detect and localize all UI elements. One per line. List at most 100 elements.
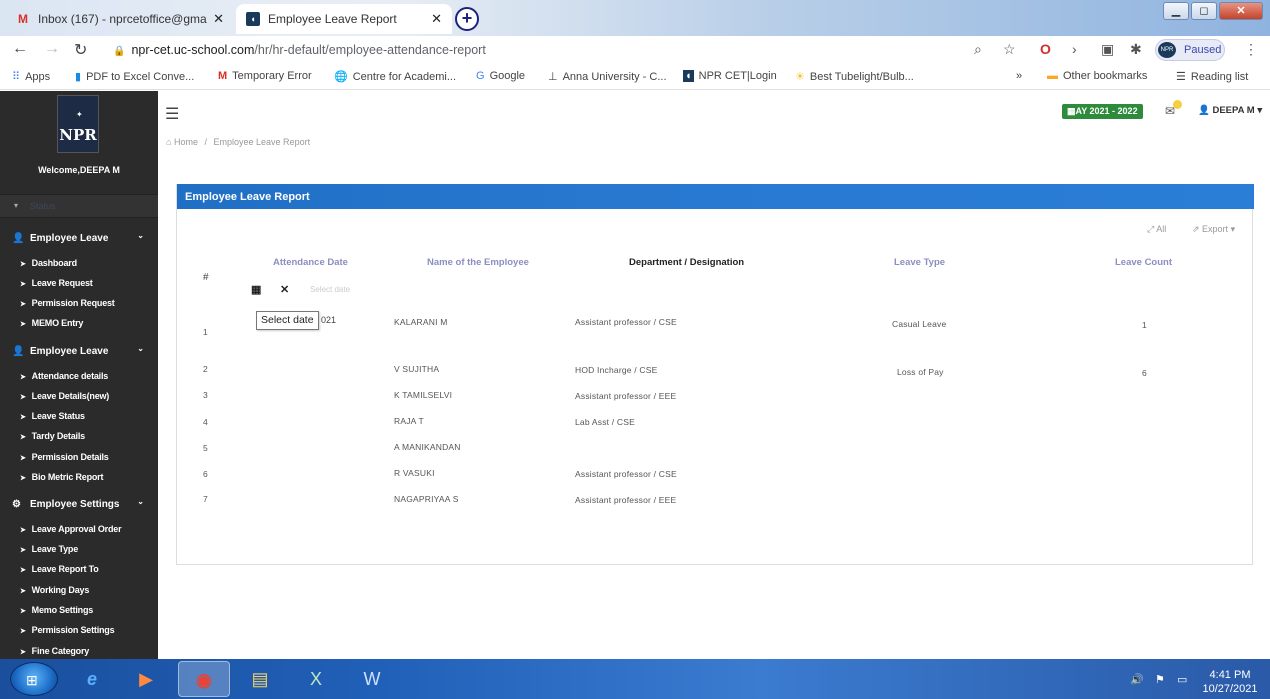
item-label: Leave Status: [31, 411, 85, 421]
opera-extension-icon[interactable]: O: [1040, 41, 1051, 57]
sidebar-item-memo-settings[interactable]: ➤ Memo Settings: [20, 605, 93, 615]
sidebar-item-permission-settings[interactable]: ➤ Permission Settings: [20, 625, 115, 635]
status-label: Status: [30, 201, 56, 211]
sidebar-item-tardy-details[interactable]: ➤ Tardy Details: [20, 431, 85, 441]
media-player-icon[interactable]: ▶: [120, 661, 172, 697]
user-icon: 👤: [1198, 105, 1213, 116]
arrow-icon: ➤: [20, 475, 26, 482]
sidebar-section-employee-leave[interactable]: 👤 Employee Leave ⌄: [0, 227, 158, 249]
department: Assistant professor / EEE: [575, 495, 677, 505]
excel-taskbar-icon[interactable]: X: [290, 661, 342, 697]
system-clock[interactable]: 4:41 PM 10/27/2021: [1200, 668, 1260, 696]
forward-arrow-icon[interactable]: →: [44, 40, 60, 58]
anna-university-icon: ⊥: [548, 71, 558, 83]
sidebar-item-permission-request[interactable]: ➤ Permission Request: [20, 298, 115, 308]
extension-puzzle-icon[interactable]: ▣: [1101, 41, 1114, 58]
notification-button[interactable]: ✉: [1165, 100, 1182, 118]
bookmark-star-icon[interactable]: ☆: [1003, 41, 1016, 58]
home-icon: ⌂: [166, 137, 172, 147]
extension-icon[interactable]: ›: [1072, 41, 1077, 57]
other-bookmarks-folder[interactable]: ▬ Other bookmarks: [1047, 70, 1147, 82]
maximize-button[interactable]: ◻: [1191, 2, 1217, 20]
action-center-flag-icon[interactable]: ⚑: [1155, 673, 1165, 686]
browser-menu-icon[interactable]: ⋮: [1244, 41, 1258, 58]
gear-icon: ⚙: [12, 498, 21, 510]
sidebar-item-leave-request[interactable]: ➤ Leave Request: [20, 278, 93, 288]
chevron-down-icon: ⌄: [137, 497, 144, 506]
sidebar-item-permission-details[interactable]: ➤ Permission Details: [20, 452, 109, 462]
bookmark-anna-university[interactable]: ⊥ Anna University - C...: [548, 70, 667, 84]
show-all-button[interactable]: ⤢ All: [1147, 224, 1166, 235]
user-menu[interactable]: 👤 DEEPA M ▾: [1198, 105, 1262, 116]
sidebar-item-attendance-details[interactable]: ➤ Attendance details: [20, 371, 108, 381]
bookmark-npr-cet-login[interactable]: ◖ NPR CET|Login: [683, 70, 777, 82]
sidebar-item-leave-details-new[interactable]: ➤ Leave Details(new): [20, 391, 109, 401]
clear-filter-icon[interactable]: ✕: [280, 283, 289, 296]
tab-employee-leave-report[interactable]: ◖ Employee Leave Report ✕: [236, 4, 452, 34]
tab-inbox[interactable]: M Inbox (167) - nprcetoffice@gma ✕: [6, 4, 234, 34]
column-header-department[interactable]: Department / Designation: [629, 257, 744, 268]
minimize-button[interactable]: ▁: [1163, 2, 1189, 20]
bookmark-apps[interactable]: ⠿ Apps: [12, 70, 50, 84]
academic-year-badge[interactable]: ▦AY 2021 - 2022: [1062, 104, 1143, 119]
start-button[interactable]: ⊞: [10, 662, 58, 696]
reload-icon[interactable]: ↻: [74, 40, 87, 60]
volume-icon[interactable]: 🔊: [1130, 673, 1144, 686]
bookmark-label: Anna University - C...: [562, 70, 667, 83]
address-bar: ← → ↻ 🔒 npr-cet.uc-school.com/hr/hr-defau…: [0, 36, 1270, 64]
item-label: Memo Settings: [31, 605, 94, 615]
bookmark-google[interactable]: G Google: [476, 70, 525, 82]
sidebar-item-working-days[interactable]: ➤ Working Days: [20, 585, 89, 595]
column-header-employee-name[interactable]: Name of the Employee: [427, 257, 529, 268]
folder-icon: ▬: [1047, 70, 1058, 82]
file-explorer-icon[interactable]: ▤: [234, 661, 286, 697]
sidebar-item-leave-status[interactable]: ➤ Leave Status: [20, 411, 85, 421]
all-label: All: [1156, 224, 1167, 234]
column-header-index: #: [203, 272, 209, 283]
calendar-filter-icon[interactable]: ▦: [251, 283, 261, 296]
sidebar-item-dashboard[interactable]: ➤ Dashboard: [20, 258, 77, 268]
row-index: 6: [203, 469, 208, 479]
bookmark-temporary-error[interactable]: M Temporary Error: [218, 70, 312, 82]
sidebar-item-bio-metric-report[interactable]: ➤ Bio Metric Report: [20, 472, 103, 482]
sidebar-item-fine-category[interactable]: ➤ Fine Category: [20, 646, 89, 656]
back-arrow-icon[interactable]: ←: [12, 40, 28, 58]
network-icon[interactable]: ▭: [1177, 673, 1187, 686]
item-label: Leave Report To: [31, 564, 99, 574]
extensions-icon[interactable]: ✱: [1130, 41, 1142, 58]
sidebar-item-memo-entry[interactable]: ➤ MEMO Entry: [20, 318, 83, 328]
close-tab-icon[interactable]: ✕: [213, 11, 224, 27]
export-label: Export: [1202, 224, 1229, 234]
search-icon[interactable]: ⌕: [974, 41, 982, 58]
status-toggle[interactable]: ▾ Status: [0, 194, 158, 218]
reading-list-button[interactable]: ☰ Reading list: [1176, 70, 1248, 84]
sidebar-section-employee-leave-2[interactable]: 👤 Employee Leave ⌄: [0, 340, 158, 362]
date-filter-input[interactable]: Select date: [310, 285, 350, 294]
sidebar-item-leave-type[interactable]: ➤ Leave Type: [20, 544, 78, 554]
export-button[interactable]: ⇗ Export ▾: [1192, 224, 1235, 235]
close-window-button[interactable]: ✕: [1219, 2, 1263, 20]
sidebar-item-leave-approval-order[interactable]: ➤ Leave Approval Order: [20, 524, 122, 534]
bookmark-best-tubelight[interactable]: ☀ Best Tubelight/Bulb...: [795, 70, 914, 84]
sidebar-item-leave-report-to[interactable]: ➤ Leave Report To: [20, 564, 99, 574]
column-header-leave-type[interactable]: Leave Type: [894, 257, 945, 268]
column-header-leave-count[interactable]: Leave Count: [1115, 257, 1172, 268]
profile-button[interactable]: NPR Paused: [1155, 39, 1225, 61]
word-taskbar-icon[interactable]: W: [346, 661, 398, 697]
employee-name: A MANIKANDAN: [394, 442, 461, 452]
bookmark-pdf-to-excel[interactable]: ▮ PDF to Excel Conve...: [75, 70, 194, 84]
date-tooltip: Select date: [256, 311, 319, 330]
tab-title: Employee Leave Report: [268, 12, 397, 26]
hamburger-menu-icon[interactable]: ☰: [165, 104, 179, 124]
close-tab-icon[interactable]: ✕: [431, 11, 442, 27]
column-header-attendance-date[interactable]: Attendance Date: [273, 257, 348, 268]
more-bookmarks-button[interactable]: »: [1016, 70, 1022, 82]
breadcrumb-home[interactable]: Home: [174, 137, 198, 147]
internet-explorer-icon[interactable]: e: [66, 661, 118, 697]
chrome-taskbar-icon[interactable]: ◉: [178, 661, 230, 697]
bookmark-centre-for-academic[interactable]: 🌐 Centre for Academi...: [334, 70, 456, 84]
sidebar-section-employee-settings[interactable]: ⚙ Employee Settings ⌄: [0, 493, 158, 515]
new-tab-button[interactable]: +: [455, 7, 479, 31]
url-field[interactable]: 🔒 npr-cet.uc-school.com/hr/hr-default/emp…: [113, 43, 486, 57]
item-label: Bio Metric Report: [31, 472, 104, 482]
